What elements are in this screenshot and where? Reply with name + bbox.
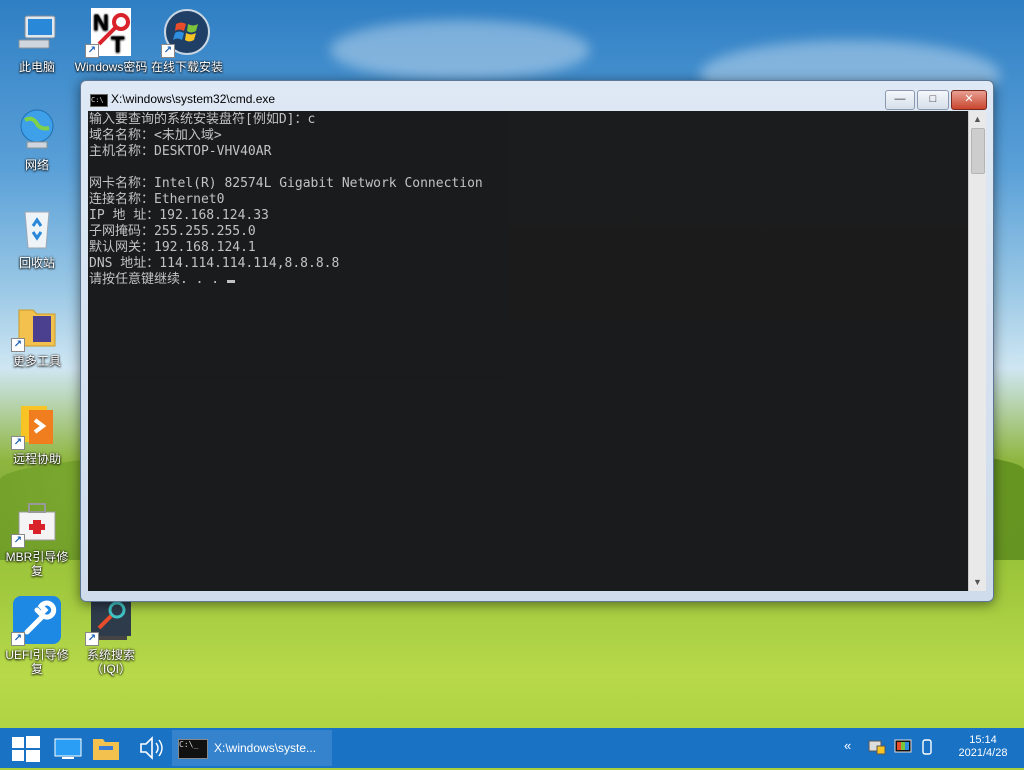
desktop-icon-label: 网络 <box>24 158 49 172</box>
svg-text:N: N <box>93 10 109 35</box>
shortcut-arrow-icon: ↗ <box>85 44 99 58</box>
desktop-icon-windows-password[interactable]: NT ↗ Windows密码修改 <box>74 8 148 74</box>
desktop-icon-network[interactable]: 网络 <box>0 106 74 172</box>
desktop-icon-system-search[interactable]: ↗ 系统搜索（IQI） <box>74 596 148 676</box>
desktop-icon-uefi-repair[interactable]: ↗ UEFI引导修复 <box>0 596 74 676</box>
desktop-icon-remote-assist[interactable]: ↗ 远程协助 <box>0 400 74 466</box>
console-output[interactable]: 输入要查询的系统安装盘符[例如D]：c 域名名称：<未加入域> 主机名称：DES… <box>88 111 968 591</box>
scroll-down-arrow-icon[interactable]: ▼ <box>969 574 986 591</box>
minimize-button[interactable]: — <box>885 90 915 110</box>
taskbar-volume-icon[interactable] <box>136 732 168 764</box>
window-titlebar[interactable]: C:\ X:\windows\system32\cmd.exe — □ ✕ <box>81 81 993 111</box>
shortcut-arrow-icon: ↗ <box>85 632 99 646</box>
cloud <box>330 20 590 80</box>
scrollbar-thumb[interactable] <box>971 128 985 174</box>
shortcut-arrow-icon: ↗ <box>161 44 175 58</box>
tray-usb-icon[interactable] <box>920 738 934 758</box>
cmd-icon: C:\ <box>90 94 108 107</box>
console-line: 连接名称：Ethernet0 <box>89 192 225 207</box>
desktop-icon-label: 系统搜索（IQI） <box>86 648 135 676</box>
wrench-icon: ↗ <box>11 596 61 646</box>
desktop-icon-more-tools[interactable]: ↗ 更多工具 <box>0 302 74 368</box>
close-button[interactable]: ✕ <box>951 90 987 110</box>
desktop-icon-label: UEFI引导修复 <box>5 648 69 676</box>
taskbar-explorer-icon[interactable] <box>90 732 122 764</box>
remote-assist-icon: ↗ <box>11 400 61 450</box>
network-globe-icon <box>13 106 61 154</box>
desktop-icon-label: Windows密码修改 <box>74 60 148 74</box>
desktop-icon-label: 回收站 <box>18 256 55 270</box>
folder-icon: ↗ <box>11 302 61 352</box>
taskbar: C:\_ X:\windows\syste... « <box>0 728 1024 768</box>
desktop-icon-label: 在线下载安装 <box>150 60 223 74</box>
start-button[interactable] <box>8 734 44 764</box>
desktop-icon-label: 更多工具 <box>12 354 61 368</box>
text-cursor <box>226 280 235 283</box>
desktop-icon-label: MBR引导修复 <box>5 550 69 578</box>
taskbar-desktop-icon[interactable] <box>52 732 84 764</box>
desktop-icon-label: 远程协助 <box>12 452 61 466</box>
shortcut-arrow-icon: ↗ <box>11 338 25 352</box>
task-label: X:\windows\syste... <box>214 741 317 755</box>
console-line: 默认网关：192.168.124.1 <box>89 240 256 255</box>
shortcut-arrow-icon: ↗ <box>11 632 25 646</box>
tray-display-icon[interactable] <box>894 738 912 758</box>
cmd-window[interactable]: C:\ X:\windows\system32\cmd.exe — □ ✕ 输入… <box>80 80 994 602</box>
svg-text:T: T <box>111 32 125 56</box>
console-line: DNS 地址：114.114.114.114,8.8.8.8 <box>89 256 340 271</box>
scroll-up-arrow-icon[interactable]: ▲ <box>969 111 986 128</box>
windows-logo-icon: ↗ <box>161 8 211 58</box>
taskbar-task-cmd[interactable]: C:\_ X:\windows\syste... <box>172 730 332 766</box>
clock-date: 2021/4/28 <box>958 747 1008 759</box>
maximize-button[interactable]: □ <box>917 90 949 110</box>
taskbar-clock[interactable]: 15:14 2021/4/28 <box>948 734 1018 760</box>
console-line: 请按任意键继续. . . <box>89 272 227 287</box>
cmd-icon: C:\_ <box>178 739 208 759</box>
console-line: 网卡名称：Intel(R) 82574L Gigabit Network Con… <box>89 176 483 191</box>
tray-chevron-icon[interactable]: « <box>844 738 851 758</box>
window-title: X:\windows\system32\cmd.exe <box>111 92 276 106</box>
shortcut-arrow-icon: ↗ <box>11 534 25 548</box>
system-search-icon: ↗ <box>85 596 135 646</box>
clock-time: 15:14 <box>969 734 997 746</box>
toolbox-icon: ↗ <box>11 498 61 548</box>
recycle-bin-icon <box>13 204 61 252</box>
desktop-icon-label: 此电脑 <box>18 60 55 74</box>
desktop-icon-mbr-repair[interactable]: ↗ MBR引导修复 <box>0 498 74 578</box>
computer-icon <box>13 8 61 56</box>
console-line: IP 地 址：192.168.124.33 <box>89 208 269 223</box>
console-line: 子网掩码：255.255.255.0 <box>89 224 256 239</box>
vertical-scrollbar[interactable]: ▲ ▼ <box>968 111 986 591</box>
console-line: 域名名称：<未加入域> <box>89 128 222 143</box>
nt-password-icon: NT ↗ <box>85 8 135 58</box>
desktop-icon-online-install[interactable]: ↗ 在线下载安装 <box>150 8 224 74</box>
console-line: 主机名称：DESKTOP-VHV40AR <box>89 144 272 159</box>
desktop-icon-recycle-bin[interactable]: 回收站 <box>0 204 74 270</box>
tray-network-icon[interactable] <box>868 738 886 758</box>
desktop-icon-this-pc[interactable]: 此电脑 <box>0 8 74 74</box>
console-line: 输入要查询的系统安装盘符[例如D]：c <box>89 112 316 127</box>
shortcut-arrow-icon: ↗ <box>11 436 25 450</box>
windows-start-icon <box>12 736 40 762</box>
